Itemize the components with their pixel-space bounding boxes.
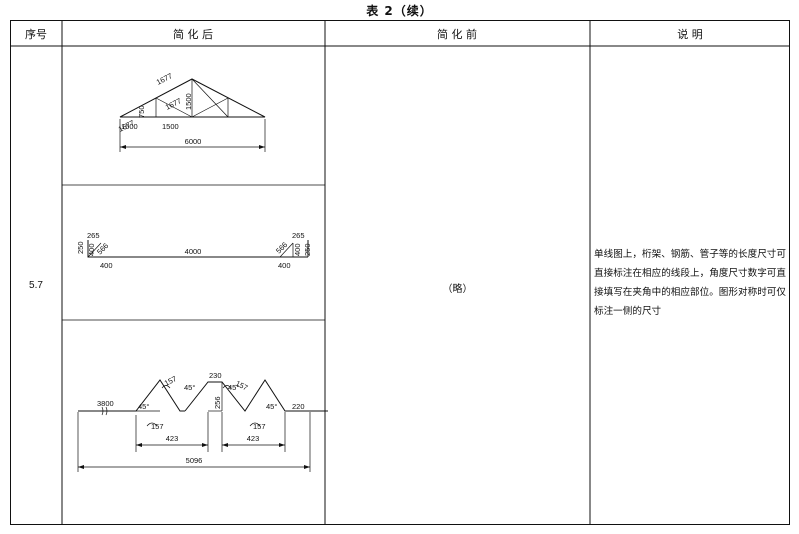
header-desc: 说 明 — [677, 27, 703, 41]
profile-dim: 423 — [247, 434, 260, 443]
profile-dim: 5096 — [186, 456, 203, 465]
profile-dim: 45° — [266, 402, 277, 411]
profile-dim: 45° — [184, 383, 195, 392]
profile-dim: 157 — [163, 374, 178, 388]
profile-dim: 157 — [253, 422, 266, 431]
profile-dim: 230 — [209, 371, 222, 380]
channel-dim: 400 — [278, 261, 291, 270]
channel-dim: 4000 — [185, 247, 202, 256]
header-after: 简 化 后 — [173, 27, 213, 41]
truss-dim: 1500 — [162, 122, 179, 131]
truss-dim: 750 — [137, 105, 146, 118]
profile-diagram: 3800 45° 157 157 230 256 45° 45° 157 45°… — [77, 371, 328, 472]
truss-dim: 1677 — [155, 71, 174, 87]
channel-dim: 265 — [87, 231, 100, 240]
channel-dim: 566 — [274, 240, 289, 255]
truss-dim: 1500 — [184, 93, 193, 110]
row-before-omitted: （略） — [442, 284, 473, 295]
profile-dim: 45° — [138, 402, 149, 411]
profile-dim: 256 — [213, 396, 222, 409]
description-text: 单线图上，桁架、钢筋、管子等的长度尺寸可直接标注在相应的线段上，角度尺寸数字可直… — [594, 249, 786, 317]
row-seq: 5.7 — [29, 280, 43, 291]
profile-dim: 3800 — [97, 399, 114, 408]
truss-dim: 1677 — [164, 96, 183, 112]
channel-dim: 250 — [76, 241, 85, 254]
profile-dim: 220 — [292, 402, 305, 411]
truss-dim: 1500 — [121, 122, 138, 131]
table-title: 表 2（续） — [366, 4, 433, 18]
truss-diagram: 1677 1677 1677 750 1500 1500 1500 6000 — [117, 71, 266, 152]
truss-dim: 6000 — [185, 137, 202, 146]
channel-dim: 250 — [303, 243, 312, 256]
row-description: 单线图上，桁架、钢筋、管子等的长度尺寸可直接标注在相应的线段上，角度尺寸数字可直… — [594, 245, 786, 321]
header-before: 简 化 前 — [437, 27, 477, 41]
profile-dim: 423 — [166, 434, 179, 443]
header-seq: 序号 — [25, 27, 47, 41]
profile-dim: 157 — [151, 422, 164, 431]
channel-diagram: 265 250 400 566 4000 566 265 400 250 400… — [76, 231, 312, 270]
channel-dim: 566 — [95, 241, 110, 256]
channel-dim: 400 — [100, 261, 113, 270]
channel-dim: 400 — [293, 243, 302, 256]
channel-dim: 265 — [292, 231, 305, 240]
